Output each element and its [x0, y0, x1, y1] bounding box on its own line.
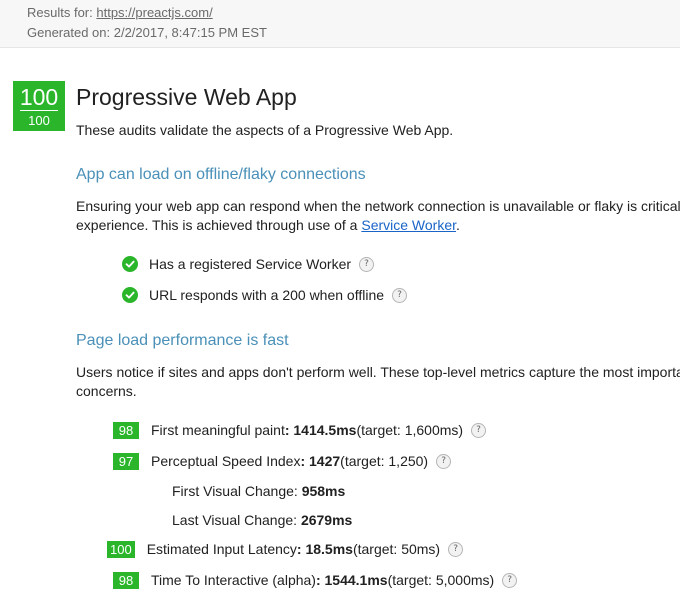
results-for-line: Results for: https://preactjs.com/	[27, 5, 213, 20]
offline-para-text: experience. This is achieved through use…	[76, 217, 362, 233]
offline-para-line2: experience. This is achieved through use…	[76, 216, 680, 235]
perf-para-line2: concerns.	[76, 383, 137, 399]
metric-perceptual-speed-index: 97 Perceptual Speed Index: 1427 (target:…	[113, 451, 452, 471]
category-title: Progressive Web App	[76, 84, 297, 110]
results-url-link[interactable]: https://preactjs.com/	[96, 5, 212, 20]
metric-target: (target: 1,600ms)	[356, 422, 464, 438]
metric-value: : 18.5ms	[296, 541, 353, 557]
metric-target: (target: 50ms)	[352, 541, 441, 557]
sub-metric-label: First Visual Change:	[172, 483, 302, 499]
service-worker-link[interactable]: Service Worker	[361, 217, 456, 233]
category-score: 100	[19, 84, 59, 110]
help-icon[interactable]: ?	[502, 572, 518, 588]
metric-score-badge: 98	[113, 571, 139, 589]
metric-score-badge: 97	[113, 452, 139, 470]
help-icon[interactable]: ?	[471, 422, 487, 438]
pass-check-icon	[122, 256, 138, 272]
metric-target: (target: 1,250)	[340, 453, 429, 469]
sub-metric-last-visual-change: Last Visual Change: 2679ms	[172, 512, 352, 528]
category-score-badge: 100 100	[13, 81, 65, 131]
metric-value: : 1427	[300, 453, 341, 469]
sub-metric-first-visual-change: First Visual Change: 958ms	[172, 483, 345, 499]
audit-label: Has a registered Service Worker	[149, 256, 352, 272]
section-description-performance: Users notice if sites and apps don't per…	[76, 363, 680, 401]
category-description: These audits validate the aspects of a P…	[76, 122, 454, 138]
results-label: Results for:	[27, 5, 97, 20]
help-icon[interactable]: ?	[359, 256, 375, 272]
audit-offline-200: URL responds with a 200 when offline ?	[122, 285, 408, 305]
help-icon[interactable]: ?	[392, 287, 408, 303]
pass-check-icon	[122, 287, 138, 303]
metric-label: Perceptual Speed Index	[151, 453, 301, 469]
section-heading-performance: Page load performance is fast	[76, 332, 289, 349]
offline-para-period: .	[456, 217, 460, 233]
category-score-max: 100	[28, 113, 50, 128]
sub-metric-label: Last Visual Change:	[172, 512, 301, 528]
metric-score-badge: 98	[113, 421, 139, 439]
section-heading-offline: App can load on offline/flaky connection…	[76, 166, 366, 183]
metric-time-to-interactive: 98 Time To Interactive (alpha): 1544.1ms…	[113, 570, 518, 590]
audit-registered-service-worker: Has a registered Service Worker ?	[122, 254, 375, 274]
metric-target: (target: 5,000ms)	[387, 572, 495, 588]
metric-value: : 1544.1ms	[315, 572, 388, 588]
metric-score-badge: 100	[107, 540, 135, 558]
perf-para-line1: Users notice if sites and apps don't per…	[76, 364, 680, 380]
metric-estimated-input-latency: 100 Estimated Input Latency: 18.5ms (tar…	[107, 539, 464, 559]
help-icon[interactable]: ?	[448, 541, 464, 557]
report-page: Results for: https://preactjs.com/ Gener…	[0, 0, 680, 593]
audit-label: URL responds with a 200 when offline	[149, 287, 385, 303]
metric-first-meaningful-paint: 98 First meaningful paint: 1414.5ms (tar…	[113, 420, 487, 440]
report-header: Results for: https://preactjs.com/ Gener…	[0, 0, 680, 48]
metric-label: First meaningful paint	[151, 422, 285, 438]
metric-value: : 1414.5ms	[284, 422, 357, 438]
offline-para-line1: Ensuring your web app can respond when t…	[76, 198, 680, 214]
generated-on-text: Generated on: 2/2/2017, 8:47:15 PM EST	[27, 25, 267, 40]
sub-metric-value: 2679ms	[300, 512, 353, 528]
metric-label: Estimated Input Latency	[146, 541, 297, 557]
sub-metric-value: 958ms	[301, 483, 346, 499]
metric-label: Time To Interactive (alpha)	[151, 572, 316, 588]
section-description-offline: Ensuring your web app can respond when t…	[76, 197, 680, 235]
help-icon[interactable]: ?	[436, 453, 452, 469]
